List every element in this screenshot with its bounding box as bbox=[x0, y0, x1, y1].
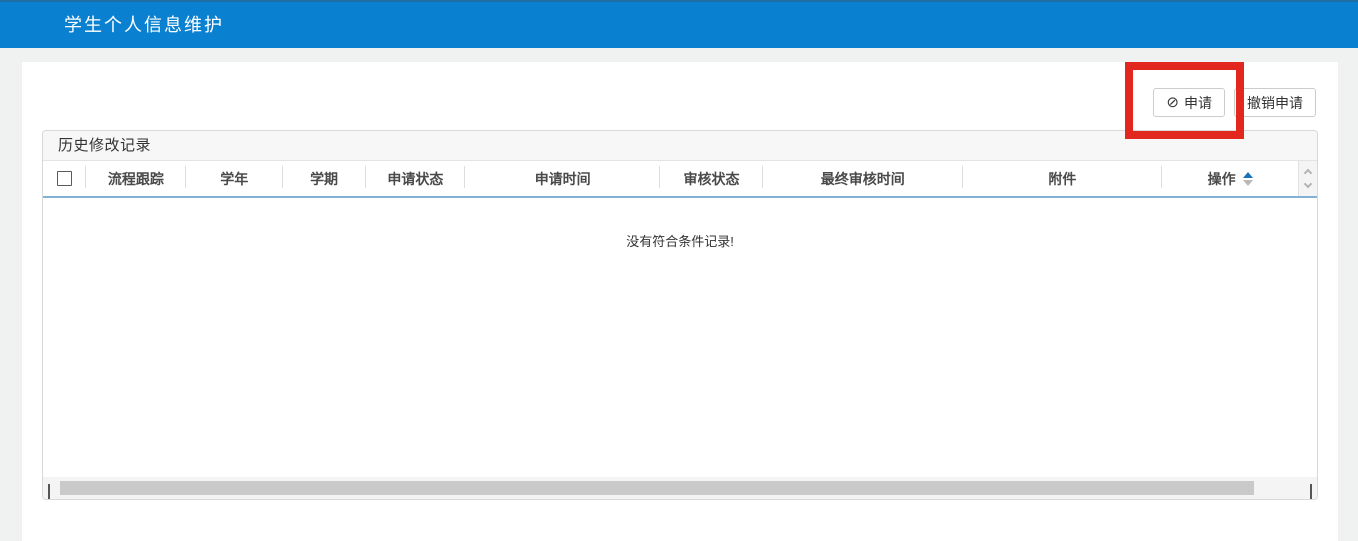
page-title: 学生个人信息维护 bbox=[64, 15, 224, 35]
history-grid: 历史修改记录 流程跟踪 学年 学期 申请状态 申请时间 审核状态 最终审核时间 … bbox=[42, 130, 1318, 500]
grid-title: 历史修改记录 bbox=[43, 131, 1317, 161]
revoke-apply-button[interactable]: 撤销申请 bbox=[1234, 88, 1316, 117]
column-label: 学年 bbox=[220, 170, 249, 187]
scroll-left-icon[interactable] bbox=[48, 484, 50, 499]
column-header-school-year[interactable]: 学年 bbox=[186, 161, 283, 196]
column-header-process-track[interactable]: 流程跟踪 bbox=[86, 161, 186, 196]
horizontal-scrollbar-thumb[interactable] bbox=[60, 481, 1254, 495]
vertical-scrollbar[interactable] bbox=[1298, 161, 1317, 196]
scroll-right-icon[interactable] bbox=[1310, 484, 1312, 499]
column-label: 最终审核时间 bbox=[820, 170, 905, 187]
column-label: 审核状态 bbox=[683, 170, 740, 187]
toolbar: ⊘ 申请 撤销申请 bbox=[1153, 88, 1316, 117]
apply-button[interactable]: ⊘ 申请 bbox=[1153, 88, 1225, 117]
content-panel: ⊘ 申请 撤销申请 历史修改记录 流程跟踪 学年 学期 申请状态 申请时间 审核… bbox=[22, 62, 1338, 541]
column-header-final-review-time[interactable]: 最终审核时间 bbox=[763, 161, 963, 196]
column-header-apply-time[interactable]: 申请时间 bbox=[465, 161, 660, 196]
column-label: 申请时间 bbox=[534, 170, 591, 187]
scroll-down-icon[interactable] bbox=[1303, 179, 1313, 189]
sort-icon[interactable] bbox=[1242, 171, 1253, 186]
column-label: 学期 bbox=[310, 170, 339, 187]
page: { "app_header": { "title": "学生个人信息维护" },… bbox=[0, 0, 1358, 541]
empty-records-message: 没有符合条件记录! bbox=[626, 234, 734, 249]
scroll-up-icon[interactable] bbox=[1303, 168, 1313, 178]
horizontal-scrollbar[interactable] bbox=[43, 477, 1317, 499]
column-label: 申请状态 bbox=[387, 170, 444, 187]
sort-down-arrow bbox=[1242, 179, 1253, 186]
column-header-review-status[interactable]: 审核状态 bbox=[660, 161, 763, 196]
column-label: 操作 bbox=[1207, 170, 1236, 187]
column-label: 流程跟踪 bbox=[107, 170, 164, 187]
column-header-apply-status[interactable]: 申请状态 bbox=[366, 161, 466, 196]
sort-up-arrow bbox=[1242, 171, 1253, 178]
select-all-checkbox[interactable] bbox=[56, 171, 72, 186]
grid-header-row: 流程跟踪 学年 学期 申请状态 申请时间 审核状态 最终审核时间 附件 操作 bbox=[43, 161, 1317, 198]
revoke-button-label: 撤销申请 bbox=[1247, 94, 1303, 111]
select-all-cell bbox=[43, 161, 86, 196]
column-header-attachment[interactable]: 附件 bbox=[963, 161, 1163, 196]
column-label: 附件 bbox=[1048, 170, 1077, 187]
column-header-semester[interactable]: 学期 bbox=[283, 161, 366, 196]
app-header-bar: 学生个人信息维护 bbox=[0, 0, 1358, 48]
apply-button-label: 申请 bbox=[1184, 94, 1212, 111]
ban-icon: ⊘ bbox=[1166, 94, 1179, 111]
column-header-operation[interactable]: 操作 bbox=[1162, 161, 1298, 196]
grid-body: 没有符合条件记录! bbox=[43, 198, 1317, 477]
